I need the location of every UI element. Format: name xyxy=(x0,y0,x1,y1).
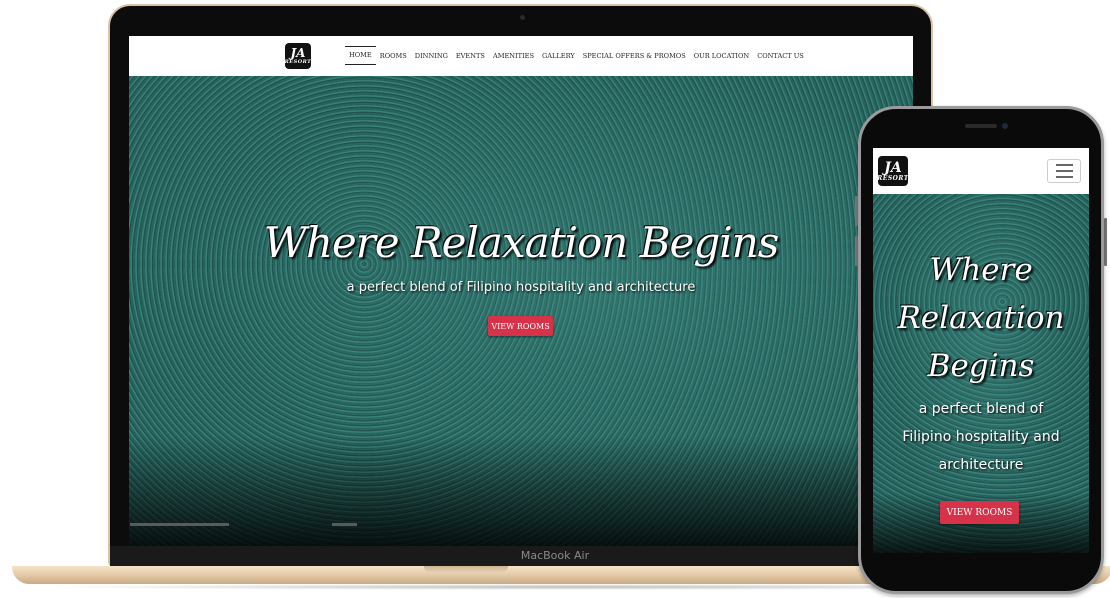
logo-mark: JA xyxy=(290,46,306,60)
phone-hero-subtitle-line-1: a perfect blend of xyxy=(918,401,1044,417)
nav-amenities[interactable]: AMENITIES xyxy=(489,46,538,65)
phone-power-button xyxy=(1104,218,1107,266)
slider-indicator-1[interactable] xyxy=(130,523,229,526)
phone-screen: JA RESORT Where Relaxation Begins a perf… xyxy=(873,148,1089,553)
logo-word: RESORT xyxy=(284,59,312,65)
phone-hero-subtitle-line-2: Filipino hospitality and xyxy=(902,429,1060,445)
phone-hero-title-line-1: Where xyxy=(929,252,1033,288)
hero-subtitle: a perfect blend of Filipino hospitality … xyxy=(346,280,696,295)
phone-logo-word: RESORT xyxy=(877,174,909,182)
hamburger-icon[interactable] xyxy=(1047,159,1081,183)
hero-banner xyxy=(129,76,913,546)
phone-navbar: JA RESORT xyxy=(873,148,1089,194)
nav-special-offers[interactable]: SPECIAL OFFERS & PROMOS xyxy=(579,46,690,65)
phone-hero-title-line-3: Begins xyxy=(927,348,1035,384)
nav-contact-us[interactable]: CONTACT US xyxy=(753,46,808,65)
main-nav: HOME ROOMS DINNING EVENTS AMENITIES GALL… xyxy=(345,46,808,65)
laptop-notch xyxy=(424,566,508,573)
slider-indicator-2[interactable] xyxy=(332,523,357,526)
resort-logo[interactable]: JA RESORT xyxy=(285,43,311,69)
phone-camera xyxy=(1002,123,1008,129)
nav-dinning[interactable]: DINNING xyxy=(411,46,452,65)
nav-rooms[interactable]: ROOMS xyxy=(376,46,411,65)
nav-home[interactable]: HOME xyxy=(345,46,376,65)
hero-title: Where Relaxation Begins xyxy=(263,218,780,267)
laptop-navbar: JA RESORT HOME ROOMS DINNING EVENTS AMEN… xyxy=(129,36,913,76)
phone-hero-title-line-2: Relaxation xyxy=(897,300,1065,336)
hero-shade xyxy=(129,436,913,546)
phone-view-rooms-button[interactable]: VIEW ROOMS xyxy=(940,501,1019,524)
phone-logo-mark: JA xyxy=(884,159,902,176)
nav-events[interactable]: EVENTS xyxy=(452,46,489,65)
phone-hero-subtitle-line-3: architecture xyxy=(938,457,1024,473)
phone-resort-logo[interactable]: JA RESORT xyxy=(877,156,909,186)
phone-speaker xyxy=(965,124,997,128)
view-rooms-button[interactable]: VIEW ROOMS xyxy=(488,316,553,336)
nav-gallery[interactable]: GALLERY xyxy=(538,46,579,65)
laptop-camera xyxy=(520,15,525,20)
laptop-screen: JA RESORT HOME ROOMS DINNING EVENTS AMEN… xyxy=(129,36,913,546)
nav-our-location[interactable]: OUR LOCATION xyxy=(690,46,753,65)
